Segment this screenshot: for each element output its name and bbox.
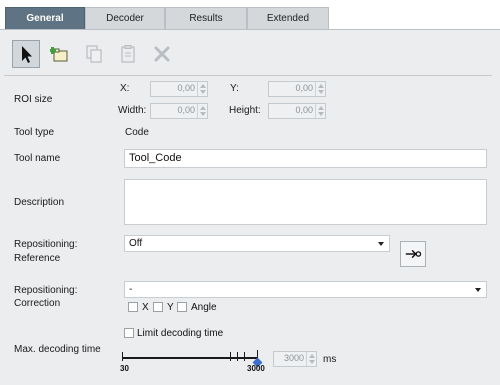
- repositioning-reference-value: Off: [129, 238, 143, 249]
- description-textarea[interactable]: [124, 179, 487, 225]
- roi-x-arrows[interactable]: [197, 82, 207, 96]
- slider-max-label: 3000: [247, 364, 265, 373]
- tool-name-label: Tool name: [14, 153, 61, 164]
- roi-x-value: 0,00: [177, 83, 195, 93]
- pointer-icon: [22, 46, 32, 63]
- roi-y-value: 0,00: [295, 83, 313, 93]
- decoding-time-value: 3000: [283, 353, 304, 363]
- roi-height-arrows[interactable]: [315, 104, 325, 118]
- correction-y-label: Y: [167, 302, 174, 313]
- max-decoding-time-label: Max. decoding time: [14, 344, 101, 355]
- tool-name-input[interactable]: Tool_Code: [124, 149, 487, 168]
- general-panel: ROI size X: 0,00 Y: 0,00 Width: 0,00 Hei…: [0, 29, 500, 385]
- add-tool-button[interactable]: [46, 40, 74, 68]
- repositioning-reference-select[interactable]: Off: [124, 235, 390, 252]
- delete-button[interactable]: [148, 40, 176, 68]
- roi-x-label: X:: [120, 83, 130, 94]
- roi-y-spinner[interactable]: 0,00: [268, 81, 326, 97]
- decoding-time-spinner[interactable]: 3000: [273, 351, 317, 367]
- decoding-time-unit: ms: [323, 354, 337, 365]
- roi-x-spinner[interactable]: 0,00: [150, 81, 208, 97]
- chevron-down-icon: [378, 242, 384, 246]
- repositioning-correction-value: -: [129, 284, 133, 295]
- tab-extended[interactable]: Extended: [247, 7, 329, 29]
- slider-tick: [237, 352, 238, 361]
- repositioning-correction-label-line2: Correction: [14, 298, 61, 309]
- slider-tick: [244, 352, 245, 361]
- correction-y-checkbox[interactable]: [153, 302, 163, 312]
- arrow-to-point-icon: [405, 249, 422, 259]
- slider-min-tick: [122, 352, 123, 361]
- toolbar-separator: [4, 75, 492, 76]
- correction-angle-checkbox[interactable]: [177, 302, 187, 312]
- tab-results[interactable]: Results: [165, 7, 247, 29]
- roi-height-spinner[interactable]: 0,00: [268, 103, 326, 119]
- correction-angle-label: Angle: [191, 302, 217, 313]
- roi-y-arrows[interactable]: [315, 82, 325, 96]
- delete-icon: [154, 46, 170, 62]
- copy-icon: [86, 45, 102, 63]
- roi-size-label: ROI size: [14, 94, 53, 105]
- limit-decoding-time-checkbox[interactable]: [124, 328, 134, 338]
- repositioning-reference-label-line2: Reference: [14, 253, 61, 264]
- chevron-down-icon: [475, 288, 481, 292]
- limit-decoding-time-label: Limit decoding time: [137, 328, 224, 339]
- paste-icon: [121, 45, 135, 63]
- roi-y-label: Y:: [230, 83, 239, 94]
- repositioning-correction-select[interactable]: -: [124, 281, 487, 298]
- roi-width-spinner[interactable]: 0,00: [150, 103, 208, 119]
- description-label: Description: [14, 197, 65, 208]
- roi-height-label: Height:: [229, 105, 261, 116]
- roi-width-label: Width:: [118, 105, 147, 116]
- roi-height-value: 0,00: [295, 105, 313, 115]
- slider-tick: [230, 352, 231, 361]
- tab-decoder[interactable]: Decoder: [85, 7, 165, 29]
- tool-type-value: Code: [125, 127, 149, 138]
- slider-min-label: 30: [120, 364, 129, 373]
- copy-button[interactable]: [80, 40, 108, 68]
- roi-width-arrows[interactable]: [197, 104, 207, 118]
- tool-toolbar: [12, 40, 182, 72]
- decoding-time-arrows[interactable]: [306, 352, 316, 366]
- roi-width-value: 0,00: [177, 105, 195, 115]
- repositioning-correction-label-line1: Repositioning:: [14, 285, 78, 296]
- correction-x-checkbox[interactable]: [128, 302, 138, 312]
- paste-button[interactable]: [114, 40, 142, 68]
- repositioning-reference-label-line1: Repositioning:: [14, 239, 78, 250]
- tab-general[interactable]: General: [5, 7, 85, 29]
- tool-type-label: Tool type: [14, 127, 55, 138]
- tab-bar: General Decoder Results Extended: [0, 0, 500, 30]
- pointer-tool-button[interactable]: [12, 40, 40, 68]
- add-tool-icon: [50, 47, 68, 62]
- select-reference-button[interactable]: [400, 241, 426, 267]
- correction-x-label: X: [142, 302, 149, 313]
